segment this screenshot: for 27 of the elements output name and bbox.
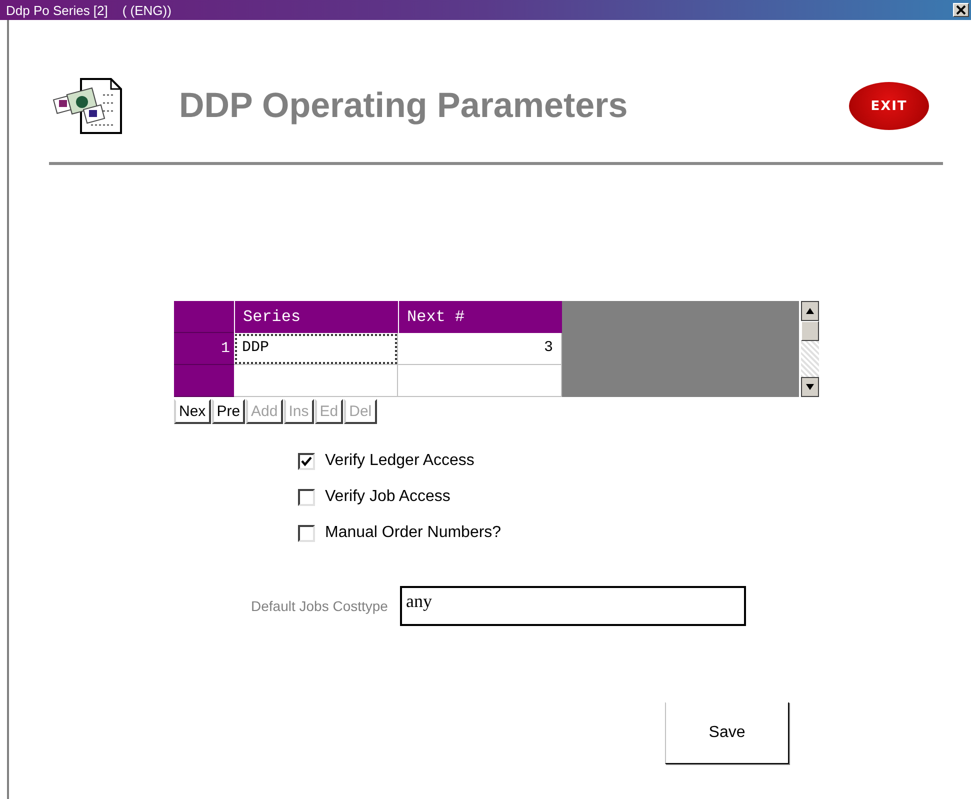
checkbox-label: Verify Ledger Access	[325, 452, 474, 470]
column-header: Next #	[398, 301, 562, 333]
column-header: Series	[234, 301, 398, 333]
row-number: 1	[174, 333, 234, 365]
page-title: DDP Operating Parameters	[179, 86, 629, 126]
row-header	[174, 301, 234, 333]
scroll-thumb[interactable]	[801, 321, 819, 341]
close-icon	[956, 5, 966, 15]
checkbox[interactable]	[298, 452, 315, 470]
row-header	[174, 365, 234, 397]
exit-button[interactable]: EXIT	[849, 82, 929, 130]
checkbox[interactable]	[298, 524, 315, 542]
checkbox-label: Manual Order Numbers?	[325, 524, 502, 542]
window-title: Ddp Po Series [2] ( (ENG))	[6, 2, 172, 18]
costtype-field[interactable]: any	[400, 586, 746, 626]
nav-button[interactable]: Pre	[212, 399, 246, 424]
checkbox[interactable]	[298, 488, 315, 506]
scroll-down-icon[interactable]	[801, 377, 819, 397]
table-cell[interactable]: DDP	[234, 333, 398, 365]
table-cell[interactable]	[234, 365, 398, 397]
nav-button[interactable]: Nex	[174, 399, 211, 424]
save-button[interactable]: Save	[665, 702, 789, 764]
scrollbar[interactable]	[801, 301, 819, 397]
checkbox-label: Verify Job Access	[325, 488, 450, 506]
close-button[interactable]	[953, 3, 969, 17]
scroll-up-icon[interactable]	[801, 301, 819, 321]
field-label: Default Jobs Costtype	[251, 598, 388, 614]
